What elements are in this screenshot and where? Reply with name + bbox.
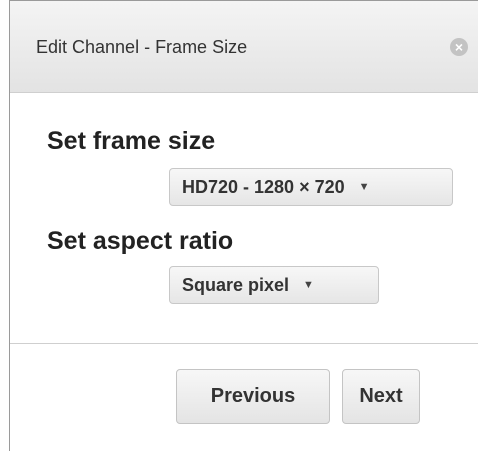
frame-size-label: Set frame size xyxy=(47,127,216,155)
previous-button[interactable]: Previous xyxy=(176,369,330,424)
dialog-titlebar: Edit Channel - Frame Size × xyxy=(10,1,478,93)
footer-divider xyxy=(10,343,478,344)
edit-channel-dialog: Edit Channel - Frame Size × Set frame si… xyxy=(9,0,478,451)
frame-size-value: HD720 - 1280 × 720 xyxy=(182,176,345,197)
chevron-down-icon: ▼ xyxy=(303,279,314,291)
dialog-title: Edit Channel - Frame Size xyxy=(36,37,248,57)
aspect-ratio-label: Set aspect ratio xyxy=(47,227,234,255)
close-icon[interactable]: × xyxy=(450,38,468,56)
aspect-ratio-value: Square pixel xyxy=(182,274,290,295)
chevron-down-icon: ▼ xyxy=(358,181,370,193)
next-button[interactable]: Next xyxy=(342,369,420,424)
aspect-ratio-select[interactable]: Square pixel ▼ xyxy=(169,266,379,304)
frame-size-select[interactable]: HD720 - 1280 × 720 ▼ xyxy=(169,168,453,206)
